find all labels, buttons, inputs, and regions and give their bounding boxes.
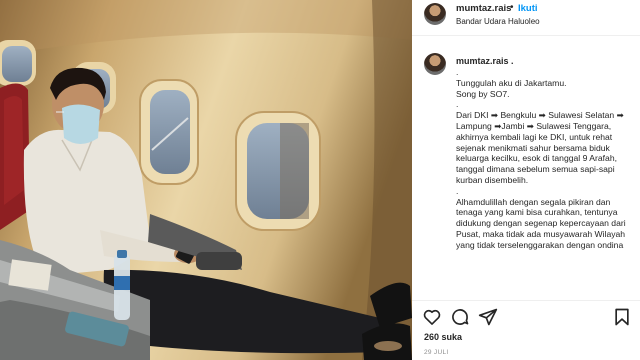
- follow-button[interactable]: Ikuti: [518, 3, 538, 14]
- caption-fade: [412, 286, 640, 300]
- share-icon[interactable]: [478, 307, 498, 327]
- caption-username-suffix: .: [508, 56, 514, 66]
- caption-username-line: mumtaz.rais .: [456, 56, 514, 66]
- post-date[interactable]: 29 JULI: [424, 349, 449, 356]
- comment-icon[interactable]: [450, 307, 470, 327]
- post-header: mumtaz.rais • Ikuti Bandar Udara Haluole…: [412, 0, 640, 36]
- likes-count[interactable]: 260 suka: [424, 332, 462, 342]
- caption-avatar[interactable]: [424, 53, 446, 75]
- action-bar: 260 suka 29 JULI: [412, 300, 640, 360]
- caption-section: mumtaz.rais . . Tunggulah aku di Jakarta…: [412, 44, 640, 300]
- bookmark-icon[interactable]: [612, 307, 632, 327]
- airplane-cabin-illustration: [0, 0, 412, 360]
- post-photo[interactable]: [0, 0, 412, 360]
- caption-username[interactable]: mumtaz.rais: [456, 56, 509, 66]
- location-link[interactable]: Bandar Udara Haluoleo: [456, 17, 540, 26]
- username-link[interactable]: mumtaz.rais: [456, 3, 511, 14]
- heart-icon[interactable]: [422, 307, 442, 327]
- caption-text: . Tunggulah aku di Jakartamu. Song by SO…: [456, 67, 626, 250]
- avatar[interactable]: [424, 3, 446, 25]
- separator-dot: •: [510, 2, 514, 13]
